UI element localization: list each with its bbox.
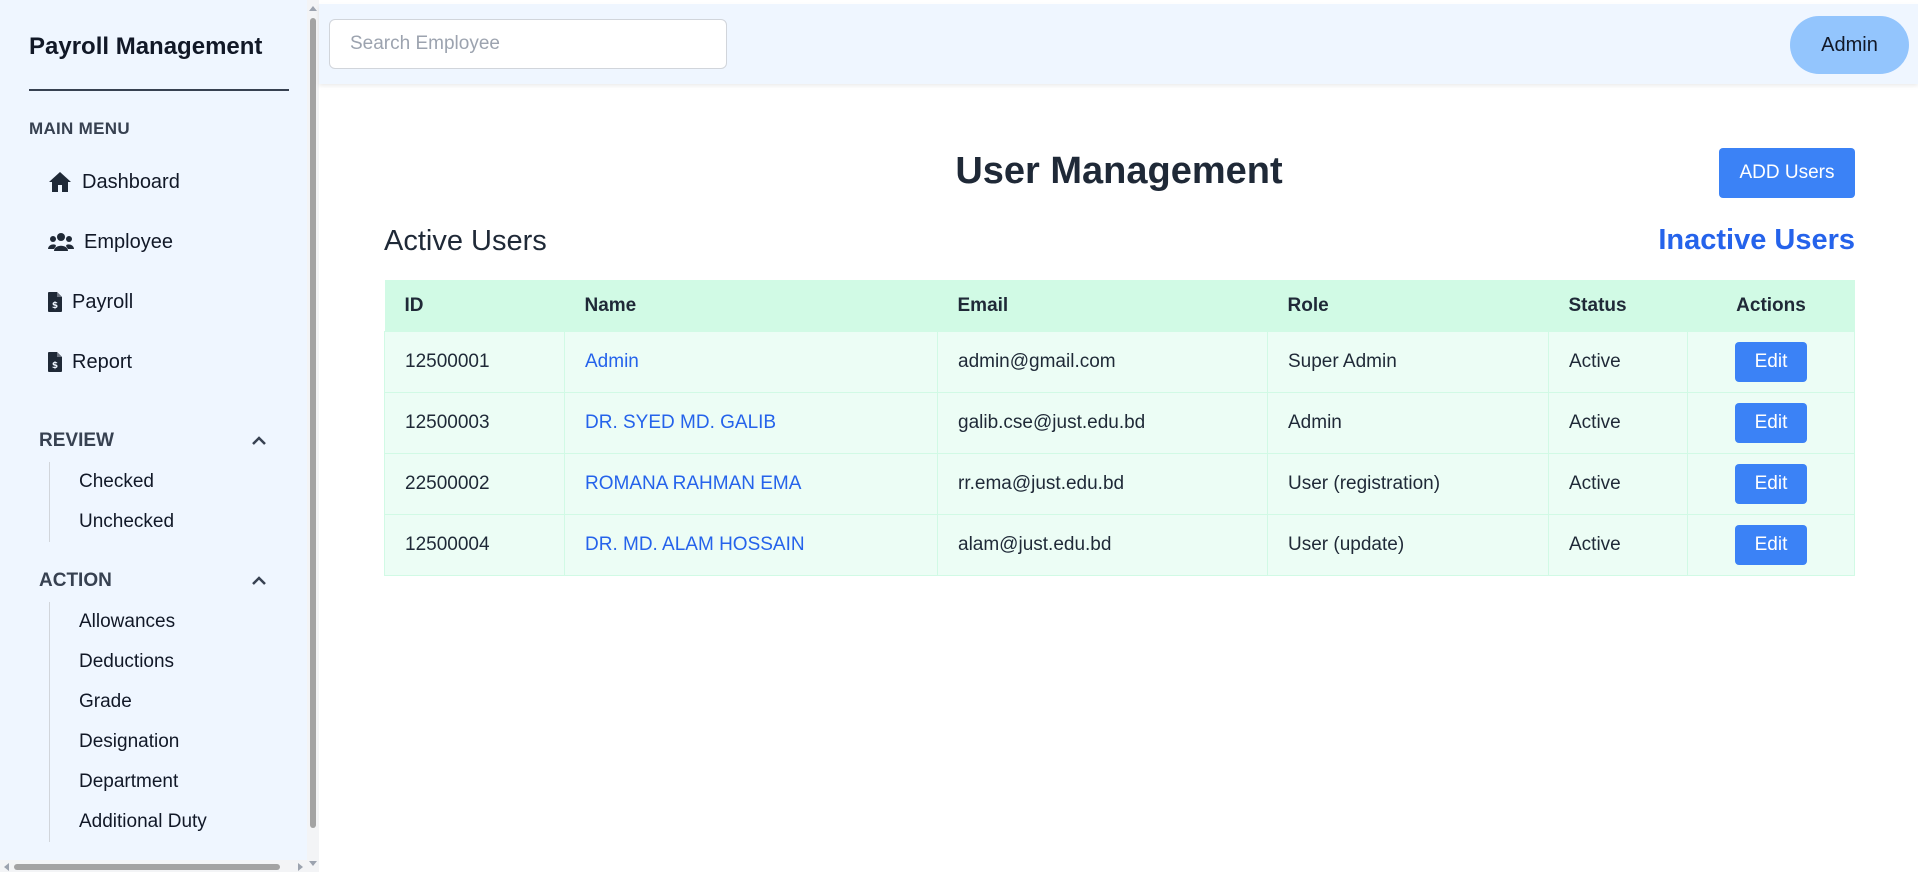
action-item-grade[interactable]: Grade — [50, 682, 207, 722]
cell-id: 12500004 — [384, 514, 565, 576]
column-header-actions: Actions — [1687, 280, 1855, 332]
cell-email: admin@gmail.com — [937, 331, 1268, 393]
column-header-role: Role — [1267, 280, 1549, 332]
sidebar-horizontal-scrollbar[interactable] — [0, 860, 307, 872]
brand-title: Payroll Management — [29, 33, 263, 60]
edit-button[interactable]: Edit — [1735, 342, 1807, 382]
cell-name-link[interactable]: DR. MD. ALAM HOSSAIN — [564, 514, 938, 576]
add-users-button[interactable]: ADD Users — [1719, 148, 1855, 198]
horizontal-scroll-thumb[interactable] — [14, 864, 280, 870]
scroll-down-arrow-icon[interactable] — [309, 861, 317, 866]
nav-item-employee[interactable]: Employee — [48, 227, 173, 257]
nav-label: Report — [72, 350, 133, 373]
page-title: User Management — [955, 150, 1283, 192]
cell-name-link[interactable]: DR. SYED MD. GALIB — [564, 392, 938, 454]
cell-actions: Edit — [1687, 331, 1855, 393]
sidebar-vertical-scrollbar[interactable] — [307, 0, 319, 872]
review-item-checked[interactable]: Checked — [50, 462, 174, 502]
action-item-additional-duty[interactable]: Additional Duty — [50, 802, 207, 842]
review-heading: REVIEW — [39, 430, 114, 451]
action-item-designation[interactable]: Designation — [50, 722, 207, 762]
edit-button[interactable]: Edit — [1735, 464, 1807, 504]
home-icon — [48, 171, 72, 193]
action-item-department[interactable]: Department — [50, 762, 207, 802]
chevron-up-icon — [251, 430, 267, 452]
users-icon — [48, 232, 74, 252]
brand-divider — [29, 89, 289, 91]
search-employee-input[interactable] — [329, 19, 727, 69]
nav-item-dashboard[interactable]: Dashboard — [48, 167, 180, 197]
cell-id: 12500003 — [384, 392, 565, 454]
edit-button[interactable]: Edit — [1735, 525, 1807, 565]
column-header-status: Status — [1548, 280, 1688, 332]
cell-role: Admin — [1267, 392, 1549, 454]
scroll-right-arrow-icon[interactable] — [298, 863, 303, 871]
active-users-table: ID Name Email Role Status Actions 125000… — [384, 280, 1855, 576]
action-heading: ACTION — [39, 570, 112, 591]
review-list: Checked Unchecked — [49, 462, 174, 542]
sidebar: Payroll Management MAIN MENU Dashboard E… — [0, 0, 309, 872]
cell-id: 22500002 — [384, 453, 565, 515]
cell-role: User (registration) — [1267, 453, 1549, 515]
table-row: 12500001 Admin admin@gmail.com Super Adm… — [384, 331, 1855, 393]
cell-email: galib.cse@just.edu.bd — [937, 392, 1268, 454]
cell-id: 12500001 — [384, 331, 565, 393]
inactive-users-link[interactable]: Inactive Users — [1658, 224, 1855, 257]
edit-button[interactable]: Edit — [1735, 403, 1807, 443]
action-section-toggle[interactable]: ACTION — [39, 568, 267, 594]
scroll-left-arrow-icon[interactable] — [4, 863, 9, 871]
cell-role: Super Admin — [1267, 331, 1549, 393]
nav-item-report[interactable]: $ Report — [48, 347, 132, 377]
table-row: 12500004 DR. MD. ALAM HOSSAIN alam@just.… — [384, 514, 1855, 576]
cell-role: User (update) — [1267, 514, 1549, 576]
main-menu-heading: MAIN MENU — [29, 119, 130, 138]
nav-label: Payroll — [72, 290, 134, 313]
review-section-toggle[interactable]: REVIEW — [39, 428, 267, 454]
nav-item-payroll[interactable]: $ Payroll — [48, 287, 133, 317]
scroll-up-arrow-icon[interactable] — [309, 6, 317, 11]
nav-label: Employee — [84, 230, 173, 253]
cell-actions: Edit — [1687, 514, 1855, 576]
cell-actions: Edit — [1687, 392, 1855, 454]
review-item-unchecked[interactable]: Unchecked — [50, 502, 174, 542]
action-item-allowances[interactable]: Allowances — [50, 602, 207, 642]
table-header-row: ID Name Email Role Status Actions — [384, 280, 1855, 332]
cell-name-link[interactable]: ROMANA RAHMAN EMA — [564, 453, 938, 515]
action-list: Allowances Deductions Grade Designation … — [49, 602, 207, 842]
cell-email: rr.ema@just.edu.bd — [937, 453, 1268, 515]
svg-text:$: $ — [52, 361, 58, 371]
cell-actions: Edit — [1687, 453, 1855, 515]
cell-name-link[interactable]: Admin — [564, 331, 938, 393]
svg-text:$: $ — [52, 301, 58, 311]
chevron-up-icon — [251, 570, 267, 592]
action-item-deductions[interactable]: Deductions — [50, 642, 207, 682]
active-users-heading: Active Users — [384, 225, 547, 257]
top-bar: Admin — [319, 4, 1918, 84]
invoice-dollar-icon: $ — [48, 352, 62, 372]
invoice-dollar-icon: $ — [48, 292, 62, 312]
nav-label: Dashboard — [82, 170, 180, 193]
cell-email: alam@just.edu.bd — [937, 514, 1268, 576]
cell-status: Active — [1548, 392, 1688, 454]
cell-status: Active — [1548, 331, 1688, 393]
vertical-scroll-thumb[interactable] — [310, 18, 316, 828]
table-row: 12500003 DR. SYED MD. GALIB galib.cse@ju… — [384, 392, 1855, 454]
column-header-id: ID — [384, 280, 565, 332]
column-header-name: Name — [564, 280, 938, 332]
table-row: 22500002 ROMANA RAHMAN EMA rr.ema@just.e… — [384, 453, 1855, 515]
cell-status: Active — [1548, 453, 1688, 515]
column-header-email: Email — [937, 280, 1268, 332]
cell-status: Active — [1548, 514, 1688, 576]
user-menu-button[interactable]: Admin — [1790, 16, 1909, 74]
